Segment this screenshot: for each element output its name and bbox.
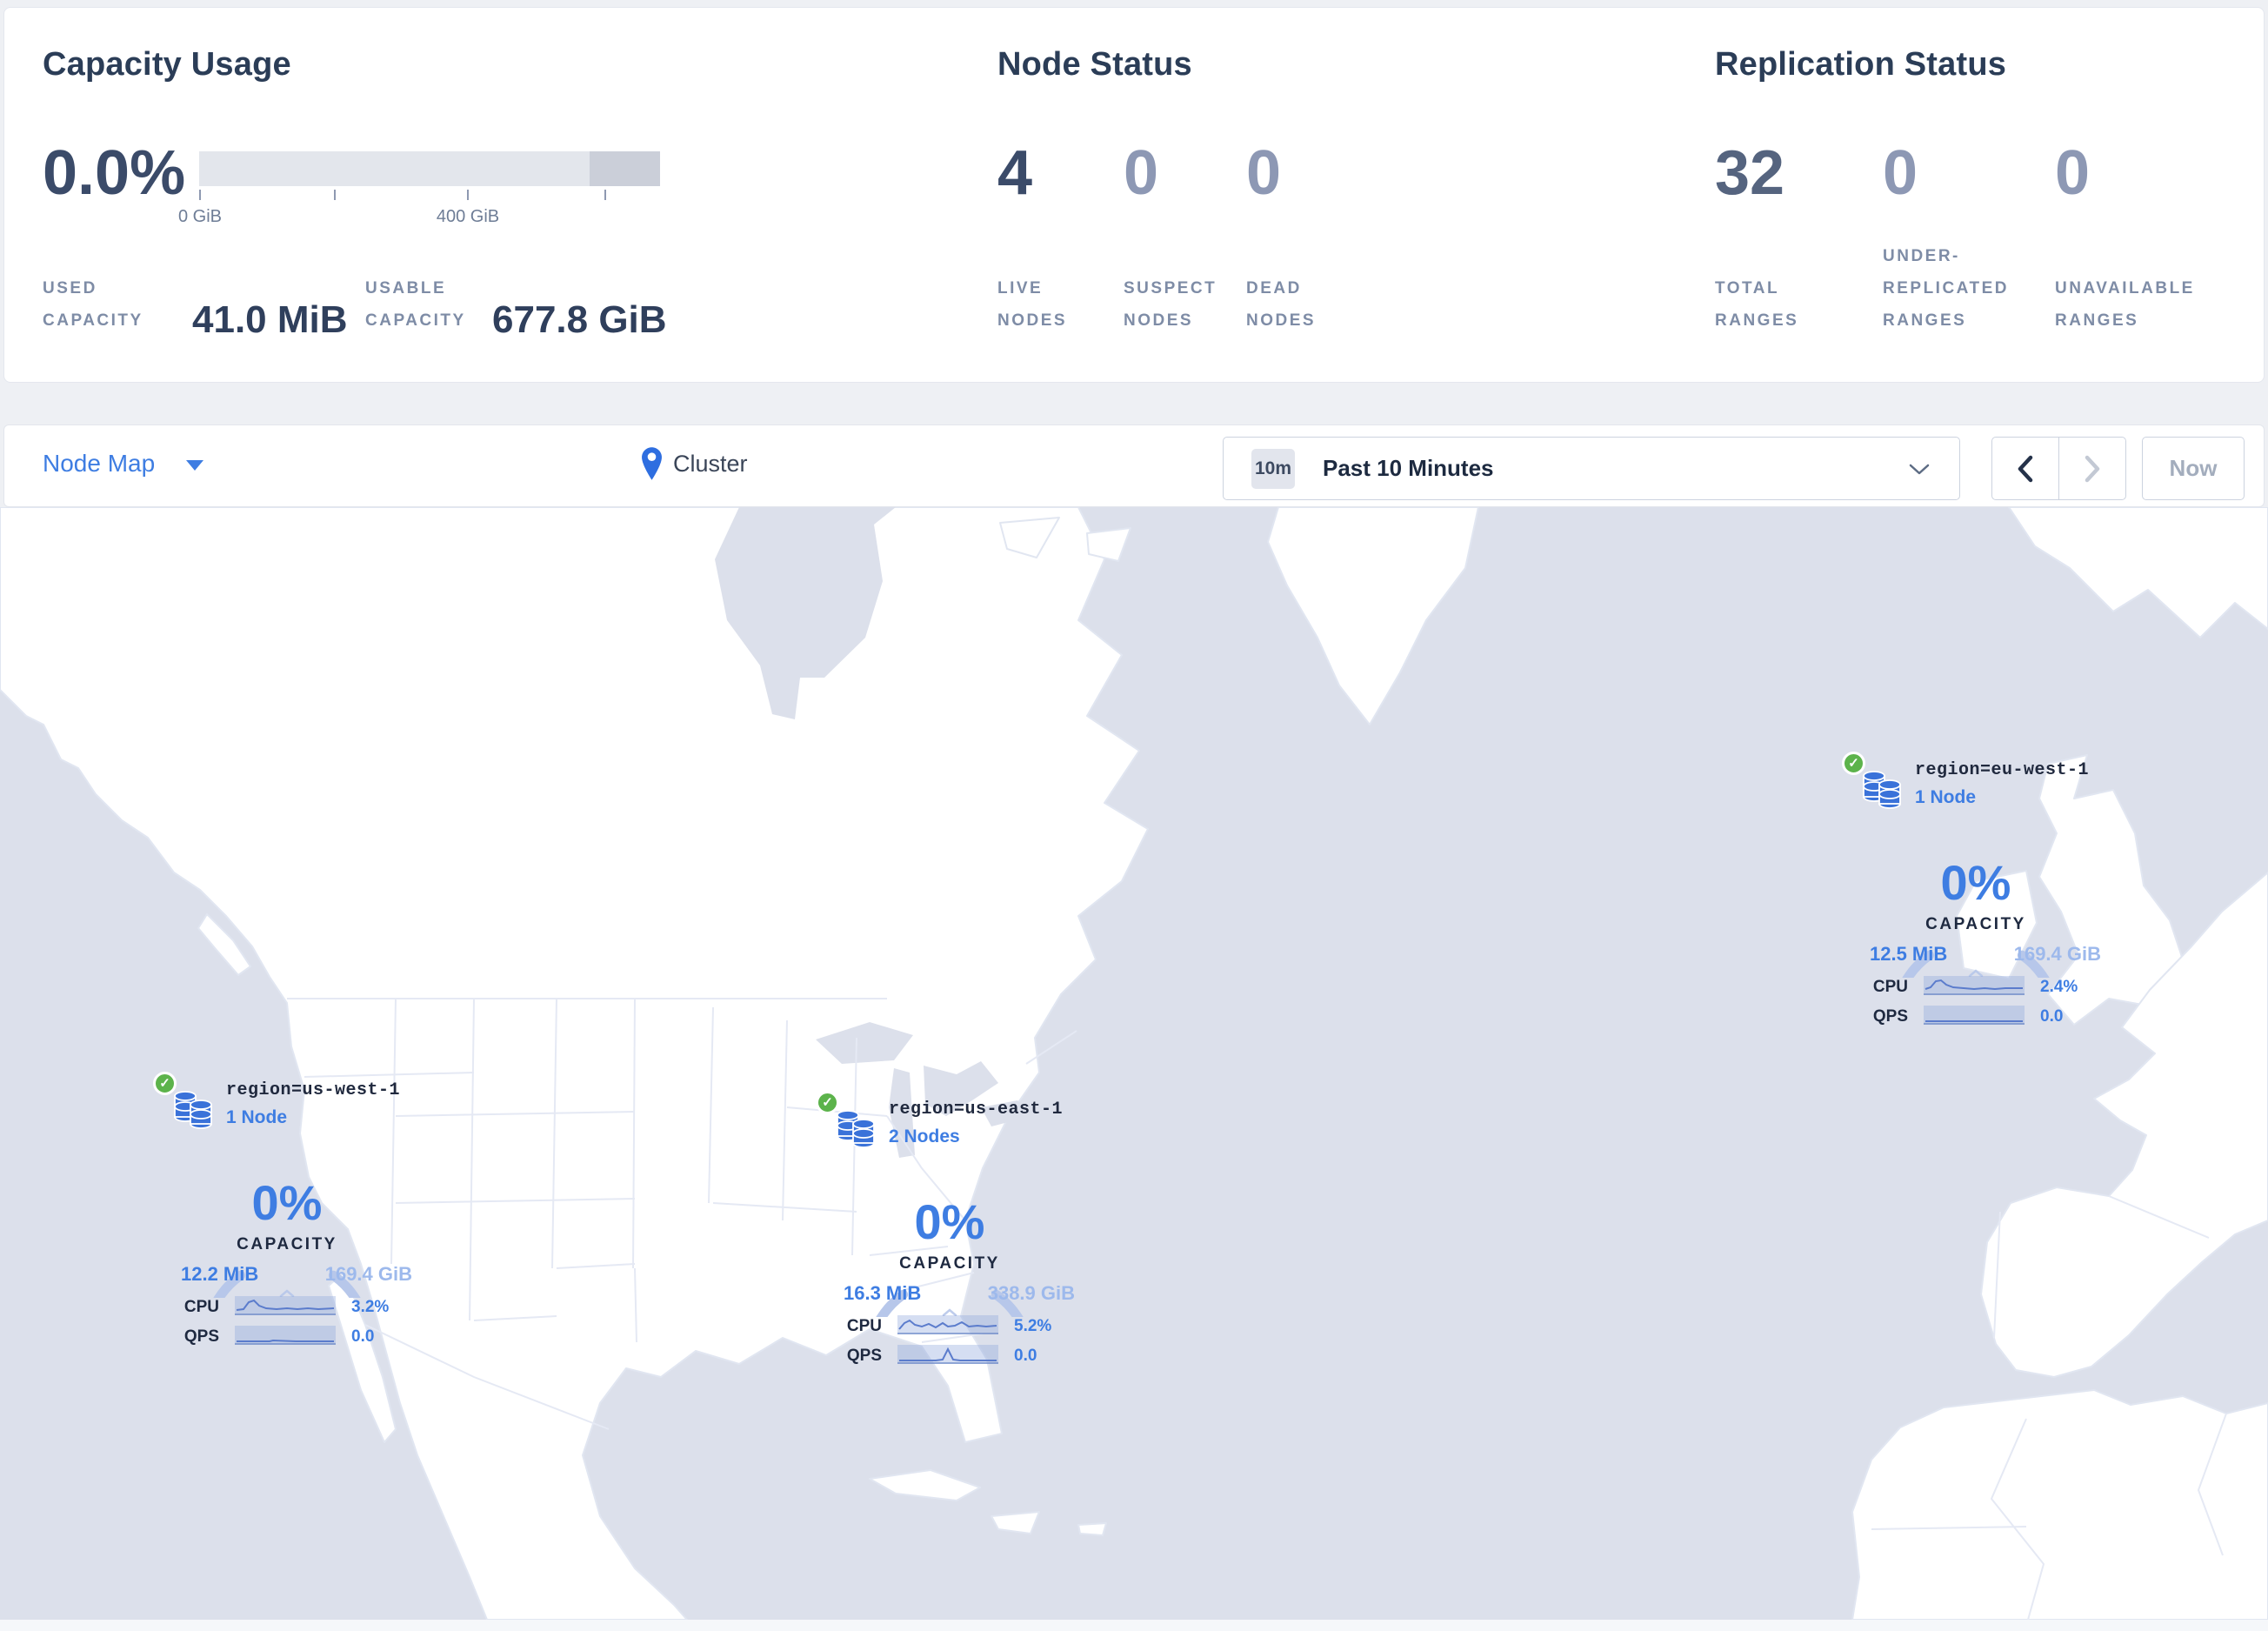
region-name: region=eu-west-1 (1915, 760, 2090, 780)
time-range-dropdown[interactable]: 10m Past 10 Minutes (1223, 437, 1960, 500)
capacity-bar-tick (467, 190, 469, 200)
capacity-total-value: 338.9 GiB (987, 1282, 1075, 1304)
qps-value: 0.0 (2040, 1007, 2064, 1026)
cpu-value: 2.4% (2040, 978, 2078, 996)
map-footer-strip (0, 1620, 2268, 1631)
world-map (0, 506, 2268, 1621)
capacity-percent: 0% (914, 1194, 985, 1249)
capacity-label: CAPACITY (237, 1235, 337, 1253)
cpu-label: CPU (1872, 978, 1908, 996)
used-capacity-value: 41.0 MiB (192, 298, 348, 341)
time-step-back-button[interactable] (1992, 438, 2059, 499)
qps-value: 0.0 (1014, 1347, 1037, 1365)
chevron-down-icon (1909, 464, 1930, 475)
used-capacity-label: USED CAPACITY (43, 279, 143, 330)
capacity-bar-tick (334, 190, 336, 200)
qps-label: QPS (183, 1327, 219, 1346)
live-nodes-value: 4 (997, 138, 1033, 208)
usable-capacity-value: 677.8 GiB (492, 298, 667, 341)
time-step-forward-button[interactable] (2059, 438, 2125, 499)
capacity-percent: 0% (251, 1175, 323, 1230)
capacity-bar-tick-label: 0 GiB (177, 207, 223, 226)
now-button-label: Now (2169, 455, 2218, 481)
under-replicated-ranges-label: UNDER-REPLICATED RANGES (1883, 247, 2009, 330)
capacity-used-value: 12.5 MiB (1870, 943, 1948, 965)
breadcrumb[interactable]: Cluster (641, 446, 748, 481)
unavailable-ranges-value: 0 (2055, 138, 2091, 208)
time-range-label: Past 10 Minutes (1323, 455, 1494, 481)
unavailable-ranges-label: UNAVAILABLE RANGES (2055, 279, 2195, 330)
chevron-right-icon (2085, 455, 2100, 482)
total-ranges-label: TOTAL RANGES (1715, 279, 1799, 330)
region-marker-us-west-1[interactable]: region=us-west-1 1 Node 0% CAPACITY 12.2… (130, 1070, 430, 1357)
replication-status-title: Replication Status (1715, 46, 2007, 83)
usable-capacity-label: USABLE CAPACITY (365, 279, 466, 330)
suspect-nodes-label: SUSPECT NODES (1124, 279, 1217, 330)
dead-nodes-value: 0 (1246, 138, 1282, 208)
capacity-usage-percent: 0.0% (43, 138, 186, 208)
capacity-bar-reserved-segment (590, 151, 660, 186)
qps-label: QPS (846, 1347, 882, 1365)
capacity-usage-title: Capacity Usage (43, 46, 291, 83)
qps-sparkline (1924, 1006, 2025, 1025)
capacity-label: CAPACITY (899, 1254, 1000, 1273)
capacity-used-value: 12.2 MiB (181, 1263, 259, 1285)
capacity-bar-tick-label: 400 GiB (436, 207, 500, 226)
time-step-control (1991, 437, 2126, 500)
cpu-sparkline (1924, 976, 2025, 995)
live-nodes-label: LIVE NODES (997, 279, 1068, 330)
capacity-bar-tick (199, 190, 201, 200)
node-status-title: Node Status (997, 46, 1192, 83)
breadcrumb-label: Cluster (673, 450, 748, 477)
region-marker-us-east-1[interactable]: region=us-east-1 2 Nodes 0% CAPACITY 16.… (793, 1089, 1092, 1376)
capacity-total-value: 169.4 GiB (324, 1263, 412, 1285)
under-replicated-ranges-value: 0 (1883, 138, 1918, 208)
capacity-usage-bar (199, 151, 660, 186)
map-pin-icon (642, 447, 662, 480)
total-ranges-value: 32 (1715, 138, 1785, 208)
node-map-canvas: region=us-west-1 1 Node 0% CAPACITY 12.2… (0, 506, 2268, 1621)
cluster-summary-bar: Capacity Usage 0.0% 0 GiB 400 GiB USED C… (3, 7, 2265, 383)
node-map-page: Capacity Usage 0.0% 0 GiB 400 GiB USED C… (0, 0, 2268, 1631)
view-selector-label: Node Map (43, 450, 156, 477)
region-name: region=us-east-1 (889, 1100, 1064, 1120)
chevron-left-icon (2018, 455, 2033, 482)
qps-sparkline (235, 1326, 336, 1345)
capacity-used-value: 16.3 MiB (844, 1282, 922, 1304)
qps-value: 0.0 (351, 1327, 375, 1346)
qps-sparkline (897, 1345, 998, 1364)
capacity-label: CAPACITY (1925, 915, 2026, 933)
caret-down-icon (186, 460, 204, 471)
map-toolbar: Node Map Cluster 10m Past 10 Minutes Now (3, 424, 2265, 507)
cpu-label: CPU (846, 1317, 882, 1335)
cpu-value: 5.2% (1014, 1317, 1052, 1335)
cpu-label: CPU (183, 1298, 219, 1316)
capacity-bar-tick (604, 190, 606, 200)
cpu-sparkline (897, 1315, 998, 1334)
view-selector-dropdown[interactable]: Node Map (43, 450, 204, 478)
suspect-nodes-value: 0 (1124, 138, 1159, 208)
cpu-sparkline (235, 1296, 336, 1315)
dead-nodes-label: DEAD NODES (1246, 279, 1317, 330)
time-range-badge: 10m (1251, 449, 1295, 489)
qps-label: QPS (1872, 1007, 1908, 1026)
capacity-total-value: 169.4 GiB (2013, 943, 2101, 965)
now-button[interactable]: Now (2142, 437, 2245, 500)
capacity-percent: 0% (1940, 855, 2011, 910)
region-name: region=us-west-1 (226, 1080, 401, 1100)
cpu-value: 3.2% (351, 1298, 390, 1316)
region-marker-eu-west-1[interactable]: region=eu-west-1 1 Node 0% CAPACITY 12.5… (1819, 750, 2118, 1037)
